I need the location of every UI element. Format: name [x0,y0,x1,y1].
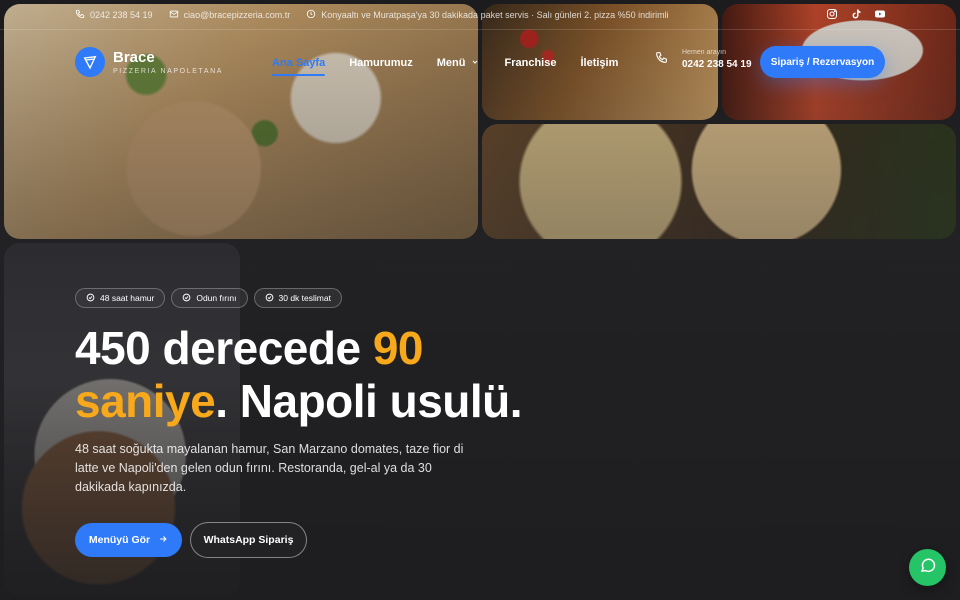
view-menu-label: Menüyü Gör [88,534,151,546]
arrow-right-icon [158,534,168,547]
mail-icon [169,9,179,21]
check-circle-icon [86,293,95,304]
feature-badge-label: 30 dk teslimat [278,293,331,303]
youtube-icon[interactable] [874,8,886,20]
top-info-bar: 0242 238 54 19 ciao@bracepizzeria.com.tr… [75,8,669,22]
social-links [826,8,886,20]
chevron-down-icon [471,57,479,69]
topbar-notice: Konyaaltı ve Muratpaşa'ya 30 dakikada pa… [306,9,669,21]
feature-badge: 48 saat hamur [75,288,166,308]
brand-logo[interactable]: Brace PIZZERIA NAPOLETANA [75,47,223,77]
header-phone[interactable]: Hemen arayın 0242 238 54 19 [655,49,752,70]
nav-item-home[interactable]: Ana Sayfa [272,55,326,76]
nav-item-menu-label: Menü [436,57,466,69]
headline-part-2: . Napoli usulü. [215,375,523,427]
phone-icon [75,9,85,21]
feature-badge: Odun fırını [171,288,248,308]
check-circle-icon [182,293,191,304]
nav-item-menu[interactable]: Menü [437,55,479,71]
nav-item-franchise[interactable]: Franchise [505,55,557,71]
chat-bubble-icon [919,556,937,579]
topbar-phone[interactable]: 0242 238 54 19 [75,9,153,21]
check-circle-icon [265,293,274,304]
topbar-notice-text: Konyaaltı ve Muratpaşa'ya 30 dakikada pa… [321,10,669,20]
whatsapp-float-button[interactable] [909,549,946,586]
hero-headline: 450 derecede 90 saniye. Napoli usulü. [75,322,695,428]
feature-badge: 30 dk teslimat [253,288,342,308]
headline-accent-word: saniye [75,375,216,427]
nav-item-contact[interactable]: İletişim [580,55,618,71]
instagram-icon[interactable] [826,8,838,20]
main-nav: Ana Sayfa Hamurumuz Menü Franchise İleti… [272,55,618,76]
feature-badge-label: 48 saat hamur [100,293,155,303]
topbar-divider [0,29,960,30]
order-reservation-button[interactable]: Sipariş / Rezervasyon [760,46,885,78]
tiktok-icon[interactable] [850,8,862,20]
nav-item-dough[interactable]: Hamurumuz [349,55,413,71]
phone-icon [655,51,668,69]
feature-badges: 48 saat hamur Odun fırını 30 dk teslimat [75,288,342,308]
view-menu-button[interactable]: Menüyü Gör [75,523,182,557]
whatsapp-order-button[interactable]: WhatsApp Sipariş [190,522,307,558]
brand-name: Brace [113,48,155,66]
headline-accent-number: 90 [372,322,424,374]
topbar-email-text: ciao@bracepizzeria.com.tr [183,10,291,20]
brand-tagline: PIZZERIA NAPOLETANA [113,67,224,75]
header-phone-label: Hemen arayın [682,49,726,56]
headline-part-1: 450 derecede [75,322,373,374]
pizza-slice-icon [75,47,105,77]
clock-icon [306,9,316,21]
topbar-phone-text: 0242 238 54 19 [90,10,153,20]
feature-badge-label: Odun fırını [196,293,237,303]
header-phone-number: 0242 238 54 19 [682,59,752,70]
topbar-email[interactable]: ciao@bracepizzeria.com.tr [169,9,291,21]
hero-description: 48 saat soğukta mayalanan hamur, San Mar… [75,442,464,494]
